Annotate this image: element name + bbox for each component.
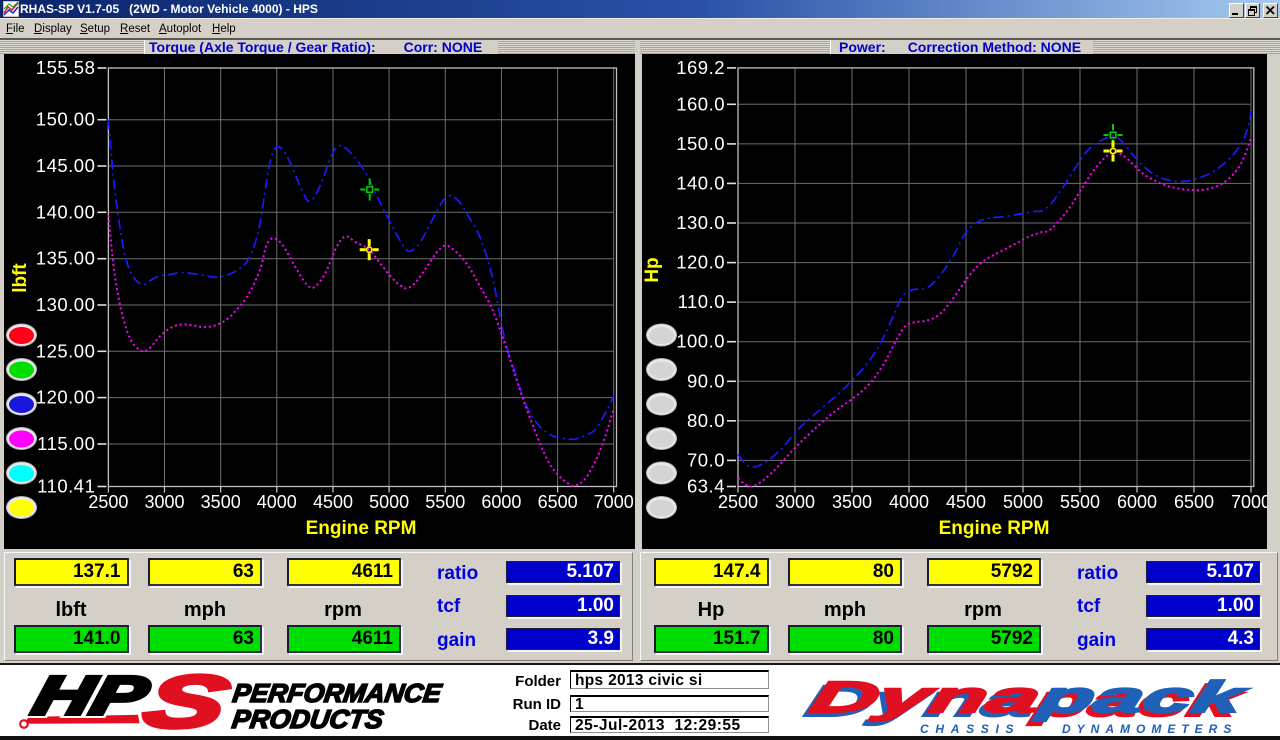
svg-text:110.41: 110.41 bbox=[37, 476, 95, 497]
svg-text:5000: 5000 bbox=[1003, 492, 1043, 512]
svg-text:6500: 6500 bbox=[538, 492, 578, 512]
svg-text:150.0: 150.0 bbox=[676, 133, 725, 154]
svg-text:130.0: 130.0 bbox=[676, 212, 725, 233]
svg-text:7000: 7000 bbox=[1231, 492, 1267, 512]
svg-text:63.4: 63.4 bbox=[687, 476, 725, 497]
svg-text:HP: HP bbox=[27, 665, 155, 726]
svg-text:135.00: 135.00 bbox=[36, 248, 96, 269]
svg-text:3000: 3000 bbox=[144, 492, 184, 512]
svg-text:5500: 5500 bbox=[1060, 492, 1100, 512]
svg-text:Hp: Hp bbox=[642, 257, 663, 282]
svg-text:6000: 6000 bbox=[1117, 492, 1157, 512]
svg-text:6000: 6000 bbox=[481, 492, 521, 512]
svg-text:140.00: 140.00 bbox=[36, 201, 96, 222]
svg-text:6500: 6500 bbox=[1174, 492, 1214, 512]
svg-text:CHASSIS: CHASSIS bbox=[920, 722, 1020, 736]
svg-text:lbft: lbft bbox=[10, 263, 31, 293]
svg-text:Engine RPM: Engine RPM bbox=[939, 518, 1050, 539]
svg-text:4500: 4500 bbox=[313, 492, 353, 512]
svg-text:140.0: 140.0 bbox=[676, 172, 725, 193]
svg-text:Engine RPM: Engine RPM bbox=[306, 518, 417, 539]
svg-text:155.58: 155.58 bbox=[36, 57, 96, 78]
svg-text:110.0: 110.0 bbox=[678, 291, 725, 312]
svg-text:115.00: 115.00 bbox=[37, 433, 95, 454]
svg-text:3500: 3500 bbox=[201, 492, 241, 512]
svg-text:5500: 5500 bbox=[425, 492, 465, 512]
svg-text:4000: 4000 bbox=[889, 492, 929, 512]
svg-text:7000: 7000 bbox=[594, 492, 634, 512]
svg-text:169.2: 169.2 bbox=[676, 57, 725, 78]
svg-text:DYNAMOMETERS: DYNAMOMETERS bbox=[1062, 722, 1237, 736]
svg-text:120.0: 120.0 bbox=[676, 252, 725, 273]
svg-text:160.0: 160.0 bbox=[676, 93, 725, 114]
svg-text:120.00: 120.00 bbox=[36, 387, 96, 408]
svg-text:90.0: 90.0 bbox=[687, 370, 725, 391]
svg-text:125.00: 125.00 bbox=[36, 340, 96, 361]
svg-text:80.0: 80.0 bbox=[687, 410, 725, 431]
svg-text:Dyna: Dyna bbox=[806, 674, 1046, 722]
svg-text:5000: 5000 bbox=[369, 492, 409, 512]
svg-text:130.00: 130.00 bbox=[36, 294, 96, 315]
svg-text:4500: 4500 bbox=[946, 492, 986, 512]
svg-text:3500: 3500 bbox=[832, 492, 872, 512]
svg-text:70.0: 70.0 bbox=[687, 449, 725, 470]
svg-text:150.00: 150.00 bbox=[36, 109, 96, 130]
svg-text:3000: 3000 bbox=[775, 492, 815, 512]
svg-text:PRODUCTS: PRODUCTS bbox=[230, 704, 386, 734]
svg-text:145.00: 145.00 bbox=[36, 155, 96, 176]
svg-text:100.0: 100.0 bbox=[676, 331, 725, 352]
svg-text:pack: pack bbox=[1033, 674, 1253, 722]
svg-text:4000: 4000 bbox=[257, 492, 297, 512]
